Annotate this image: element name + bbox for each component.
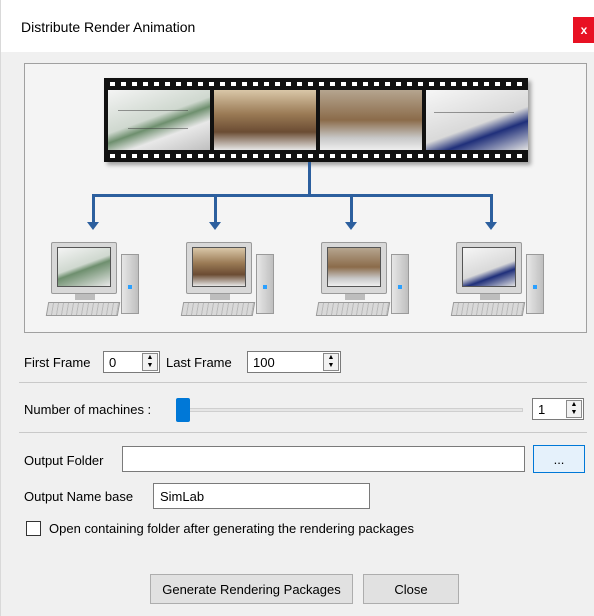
film-strip-icon [104, 78, 528, 162]
title-bar: Distribute Render Animation x [1, 0, 594, 52]
first-frame-label: First Frame [24, 355, 91, 370]
close-window-button[interactable]: x [573, 17, 594, 43]
chevron-down-icon[interactable]: ▼ [143, 362, 157, 370]
first-frame-stepper[interactable]: ▲ ▼ [142, 353, 158, 371]
machines-label: Number of machines : [24, 402, 152, 417]
output-folder-label: Output Folder [24, 453, 104, 468]
dialog-title: Distribute Render Animation [21, 19, 196, 35]
film-frame-2 [214, 90, 316, 150]
connector-drop-3 [350, 194, 353, 222]
connector-drop-2 [214, 194, 217, 222]
machines-slider[interactable] [177, 408, 523, 412]
chevron-down-icon[interactable]: ▼ [324, 362, 338, 370]
connector-drop-4 [490, 194, 493, 222]
close-button-label: Close [394, 581, 428, 597]
browse-folder-button[interactable]: ... [533, 445, 585, 473]
machines-slider-handle[interactable] [176, 398, 190, 422]
connector-drop-1 [92, 194, 95, 222]
chevron-down-icon[interactable]: ▼ [567, 409, 581, 417]
last-frame-label: Last Frame [166, 355, 232, 370]
film-frame-3 [320, 90, 422, 150]
film-frame-4 [426, 90, 528, 150]
machines-value: 1 [538, 402, 546, 417]
generate-packages-label: Generate Rendering Packages [162, 581, 341, 597]
open-folder-label[interactable]: Open containing folder after generating … [49, 521, 414, 536]
chevron-up-icon[interactable]: ▲ [567, 401, 581, 409]
arrow-down-icon [209, 222, 221, 230]
output-name-label: Output Name base [24, 489, 134, 504]
last-frame-value: 100 [253, 355, 275, 370]
computer-icon [45, 242, 141, 326]
connector-bar [92, 194, 492, 197]
computer-icon [450, 242, 546, 326]
browse-folder-label: ... [553, 451, 565, 467]
generate-packages-button[interactable]: Generate Rendering Packages [150, 574, 353, 604]
divider [19, 432, 587, 433]
last-frame-spinbox[interactable]: 100 ▲ ▼ [247, 351, 341, 373]
divider [19, 382, 587, 383]
arrow-down-icon [485, 222, 497, 230]
machines-spinbox[interactable]: 1 ▲ ▼ [532, 398, 584, 420]
arrow-down-icon [87, 222, 99, 230]
output-folder-input[interactable] [122, 446, 525, 472]
close-icon: x [580, 23, 588, 37]
open-folder-checkbox[interactable] [26, 521, 41, 536]
arrow-down-icon [345, 222, 357, 230]
computer-icon [315, 242, 411, 326]
first-frame-value: 0 [109, 355, 117, 370]
computer-icon [180, 242, 276, 326]
film-frame-1 [108, 90, 210, 150]
chevron-up-icon[interactable]: ▲ [143, 354, 157, 362]
connector-trunk [308, 162, 311, 194]
last-frame-stepper[interactable]: ▲ ▼ [323, 353, 339, 371]
chevron-up-icon[interactable]: ▲ [324, 354, 338, 362]
output-name-input[interactable]: SimLab [153, 483, 370, 509]
distribute-render-dialog: Distribute Render Animation x First Fram… [0, 0, 594, 616]
render-illustration [24, 63, 587, 333]
close-button[interactable]: Close [363, 574, 459, 604]
first-frame-spinbox[interactable]: 0 ▲ ▼ [103, 351, 160, 373]
machines-stepper[interactable]: ▲ ▼ [566, 400, 582, 418]
output-name-value: SimLab [160, 489, 205, 504]
